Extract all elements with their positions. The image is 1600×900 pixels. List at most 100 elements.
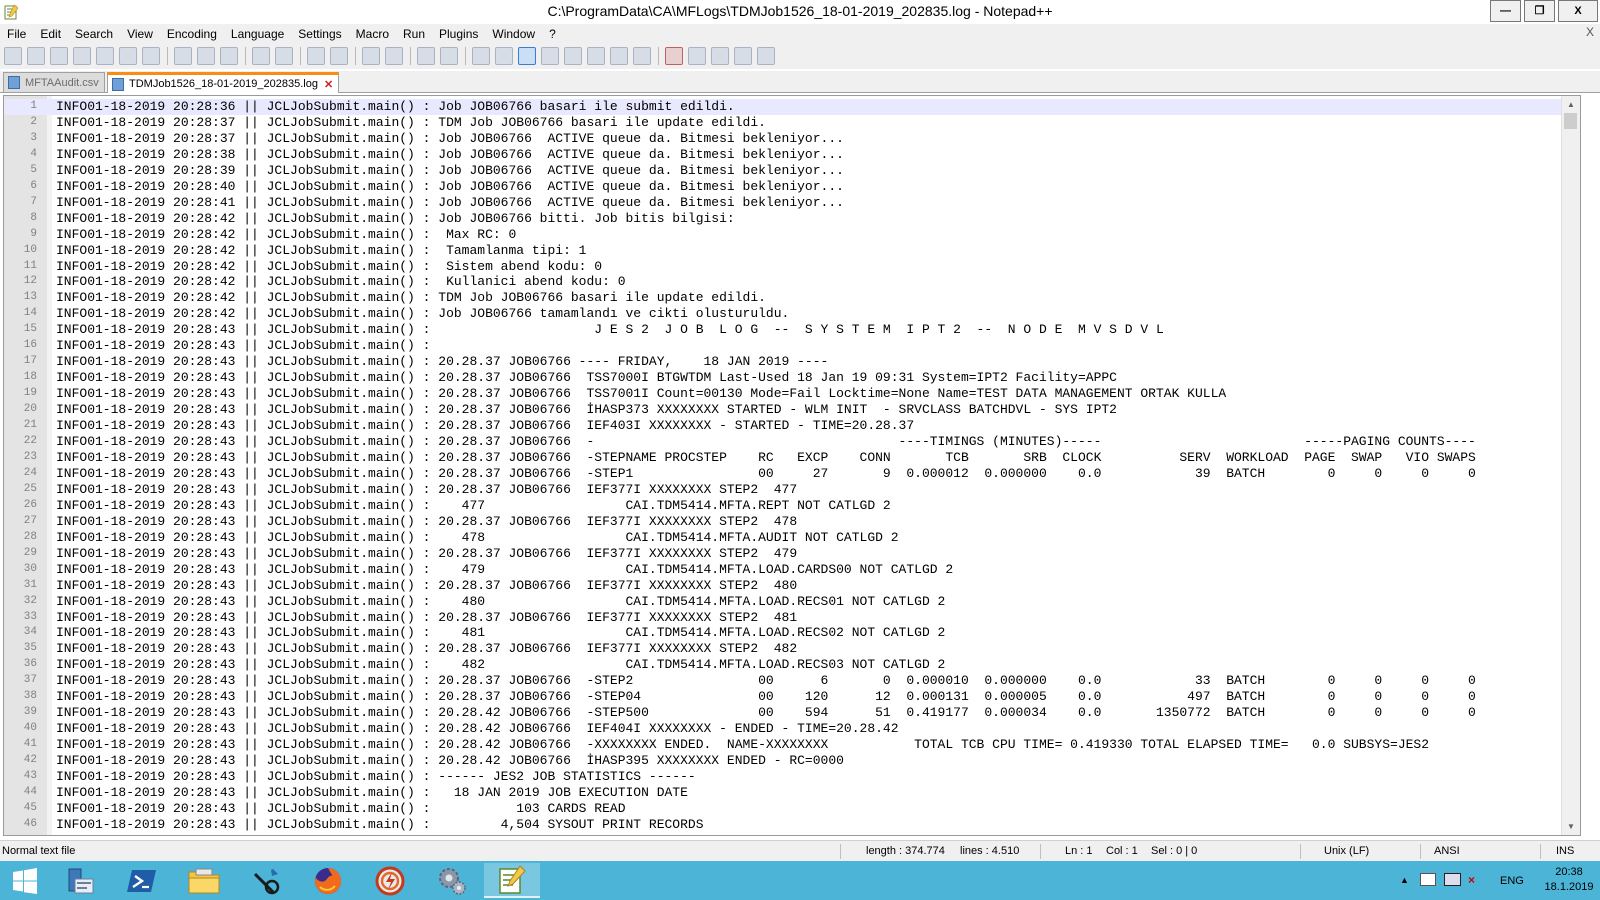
notepad-plus-plus-icon[interactable] [484,863,540,898]
editor-line[interactable]: 43 INFO01-18-2019 20:28:43 || JCLJobSubmi… [4,769,1562,785]
menu-help[interactable]: ? [542,27,563,41]
editor-line[interactable]: 15 INFO01-18-2019 20:28:43 || JCLJobSubmi… [4,322,1562,338]
tab-mftaaudit-csv[interactable]: MFTAAudit.csv [3,72,105,92]
editor-line[interactable]: 29 INFO01-18-2019 20:28:43 || JCLJobSubmi… [4,546,1562,562]
print-icon[interactable] [142,47,160,65]
save-icon[interactable] [50,47,68,65]
show-hidden-icons-icon[interactable]: ▲ [1400,875,1409,885]
editor-line[interactable]: 12 INFO01-18-2019 20:28:42 || JCLJobSubmi… [4,274,1562,290]
server-manager-icon[interactable] [52,863,108,898]
menu-run[interactable]: Run [396,27,432,41]
editor-line[interactable]: 39 INFO01-18-2019 20:28:43 || JCLJobSubmi… [4,705,1562,721]
action-center-icon[interactable] [1420,873,1436,886]
menu-edit[interactable]: Edit [33,27,68,41]
cut-icon[interactable] [174,47,192,65]
editor-line[interactable]: 35 INFO01-18-2019 20:28:43 || JCLJobSubmi… [4,641,1562,657]
maximize-button[interactable]: ❐ [1524,0,1555,22]
editor-line[interactable]: 25 INFO01-18-2019 20:28:43 || JCLJobSubmi… [4,482,1562,498]
close-document-button[interactable]: X [1586,25,1594,39]
copy-icon[interactable] [197,47,215,65]
menu-encoding[interactable]: Encoding [160,27,224,41]
editor-line[interactable]: 16 INFO01-18-2019 20:28:43 || JCLJobSubmi… [4,338,1562,354]
editor-line[interactable]: 18 INFO01-18-2019 20:28:43 || JCLJobSubmi… [4,370,1562,386]
zoom-out-icon[interactable] [385,47,403,65]
udl-icon[interactable] [541,47,559,65]
editor[interactable]: 1 INFO01-18-2019 20:28:36 || JCLJobSubmit… [3,95,1581,836]
redo-icon[interactable] [275,47,293,65]
editor-line[interactable]: 41 INFO01-18-2019 20:28:43 || JCLJobSubmi… [4,737,1562,753]
editor-line[interactable]: 45 INFO01-18-2019 20:28:43 || JCLJobSubmi… [4,801,1562,817]
editor-line[interactable]: 30 INFO01-18-2019 20:28:43 || JCLJobSubmi… [4,562,1562,578]
minimize-button[interactable]: — [1490,0,1521,22]
editor-line[interactable]: 28 INFO01-18-2019 20:28:43 || JCLJobSubmi… [4,530,1562,546]
stop-macro-icon[interactable] [688,47,706,65]
editor-line[interactable]: 19 INFO01-18-2019 20:28:43 || JCLJobSubmi… [4,386,1562,402]
editor-line[interactable]: 8 INFO01-18-2019 20:28:42 || JCLJobSubmit… [4,211,1562,227]
save-macro-icon[interactable] [757,47,775,65]
vertical-scrollbar[interactable]: ▲ ▼ [1561,96,1580,835]
menu-file[interactable]: File [0,27,33,41]
editor-line[interactable]: 5 INFO01-18-2019 20:28:39 || JCLJobSubmit… [4,163,1562,179]
editor-line[interactable]: 20 INFO01-18-2019 20:28:43 || JCLJobSubmi… [4,402,1562,418]
close-all-icon[interactable] [119,47,137,65]
editor-line[interactable]: 23 INFO01-18-2019 20:28:43 || JCLJobSubmi… [4,450,1562,466]
powershell-icon[interactable] [114,863,170,898]
menu-search[interactable]: Search [68,27,120,41]
open-file-icon[interactable] [27,47,45,65]
tab-tdmjob-log[interactable]: TDMJob1526_18-01-2019_202835.log ✕ [107,72,339,93]
menu-macro[interactable]: Macro [349,27,396,41]
find-icon[interactable] [307,47,325,65]
editor-line[interactable]: 6 INFO01-18-2019 20:28:40 || JCLJobSubmit… [4,179,1562,195]
editor-line[interactable]: 10 INFO01-18-2019 20:28:42 || JCLJobSubmi… [4,243,1562,259]
editor-line[interactable]: 31 INFO01-18-2019 20:28:43 || JCLJobSubmi… [4,578,1562,594]
editor-line[interactable]: 27 INFO01-18-2019 20:28:43 || JCLJobSubmi… [4,514,1562,530]
zoom-in-icon[interactable] [362,47,380,65]
menu-view[interactable]: View [120,27,160,41]
editor-line[interactable]: 36 INFO01-18-2019 20:28:43 || JCLJobSubmi… [4,657,1562,673]
close-icon[interactable] [96,47,114,65]
start-icon[interactable] [2,863,48,898]
editor-line[interactable]: 24 INFO01-18-2019 20:28:43 || JCLJobSubmi… [4,466,1562,482]
editor-line[interactable]: 17 INFO01-18-2019 20:28:43 || JCLJobSubmi… [4,354,1562,370]
editor-line[interactable]: 42 INFO01-18-2019 20:28:43 || JCLJobSubmi… [4,753,1562,769]
editor-line[interactable]: 21 INFO01-18-2019 20:28:43 || JCLJobSubmi… [4,418,1562,434]
scroll-up-icon[interactable]: ▲ [1562,96,1580,113]
scroll-thumb[interactable] [1564,113,1577,129]
editor-line[interactable]: 46 INFO01-18-2019 20:28:43 || JCLJobSubmi… [4,817,1562,833]
undo-icon[interactable] [252,47,270,65]
editor-line[interactable]: 34 INFO01-18-2019 20:28:43 || JCLJobSubmi… [4,625,1562,641]
editor-line[interactable]: 33 INFO01-18-2019 20:28:43 || JCLJobSubmi… [4,610,1562,626]
settings-icon[interactable] [424,863,480,898]
document-map-icon[interactable] [564,47,582,65]
tool-icon[interactable] [238,863,294,898]
firefox-icon[interactable] [300,863,356,898]
clock-time[interactable]: 20:38 [1540,866,1598,878]
close-button[interactable]: X [1558,0,1598,22]
sync-horizontal-icon[interactable] [440,47,458,65]
editor-line[interactable]: 1 INFO01-18-2019 20:28:36 || JCLJobSubmit… [4,99,1562,115]
editor-line[interactable]: 2 INFO01-18-2019 20:28:37 || JCLJobSubmit… [4,115,1562,131]
editor-line[interactable]: 38 INFO01-18-2019 20:28:43 || JCLJobSubmi… [4,689,1562,705]
editor-line[interactable]: 32 INFO01-18-2019 20:28:43 || JCLJobSubmi… [4,594,1562,610]
record-macro-icon[interactable] [665,47,683,65]
save-all-icon[interactable] [73,47,91,65]
editor-line[interactable]: 26 INFO01-18-2019 20:28:43 || JCLJobSubmi… [4,498,1562,514]
run-multiple-macro-icon[interactable] [734,47,752,65]
editor-line[interactable]: 14 INFO01-18-2019 20:28:42 || JCLJobSubmi… [4,306,1562,322]
editor-line[interactable]: 7 INFO01-18-2019 20:28:41 || JCLJobSubmit… [4,195,1562,211]
paste-icon[interactable] [220,47,238,65]
editor-line[interactable]: 13 INFO01-18-2019 20:28:42 || JCLJobSubmi… [4,290,1562,306]
monitor-icon[interactable] [633,47,651,65]
editor-line[interactable]: 37 INFO01-18-2019 20:28:43 || JCLJobSubmi… [4,673,1562,689]
editor-line[interactable]: 4 INFO01-18-2019 20:28:38 || JCLJobSubmit… [4,147,1562,163]
editor-line[interactable]: 44 INFO01-18-2019 20:28:43 || JCLJobSubmi… [4,785,1562,801]
word-wrap-icon[interactable] [472,47,490,65]
new-file-icon[interactable] [4,47,22,65]
menu-settings[interactable]: Settings [291,27,348,41]
replace-icon[interactable] [330,47,348,65]
network-icon[interactable] [1444,873,1461,886]
menu-window[interactable]: Window [485,27,542,41]
play-macro-icon[interactable] [711,47,729,65]
menu-language[interactable]: Language [224,27,291,41]
scroll-down-icon[interactable]: ▼ [1562,818,1580,835]
